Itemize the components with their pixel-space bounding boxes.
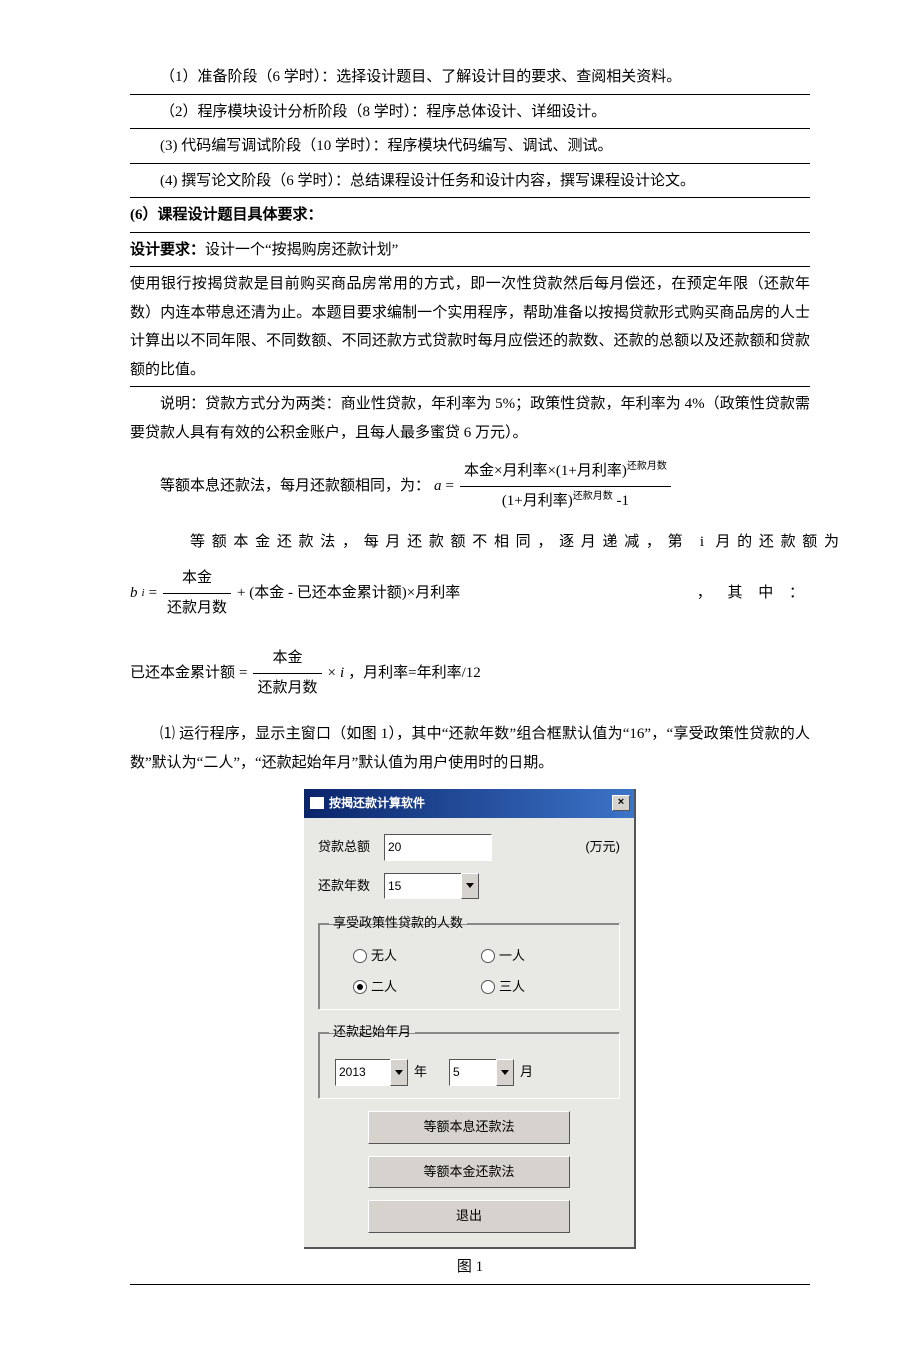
- formula-equal-principal: bi = 本金 还款月数 + (本金 - 已还本金累计额)×月利率 ， 其 中 …: [130, 556, 810, 630]
- radio-two[interactable]: 二人: [353, 975, 481, 1000]
- formula1-lead: 等额本息还款法，每月还款额相同，为：: [160, 472, 430, 501]
- formula3-fraction: 本金 还款月数: [253, 644, 321, 702]
- step-4: (4) 撰写论文阶段（6 学时）：总结课程设计任务和设计内容，撰写课程设计论文。: [130, 164, 810, 199]
- formula1-den-right: -1: [613, 493, 629, 509]
- formula3-xi: ×: [328, 659, 336, 688]
- date-group: 还款起始年月 2013 年 5 月: [318, 1020, 620, 1098]
- formula1-num-exp: 还款月数: [627, 461, 667, 472]
- year-dropdown-button[interactable]: [390, 1059, 408, 1086]
- app-title: 按揭还款计算软件: [329, 792, 425, 815]
- years-label: 还款年数: [318, 874, 384, 899]
- loan-amount-label: 贷款总额: [318, 835, 384, 860]
- close-button[interactable]: ×: [612, 795, 630, 811]
- years-row: 还款年数 15: [318, 873, 620, 900]
- formula1-den-exp: 还款月数: [573, 491, 613, 502]
- step-2: （2）程序模块设计分析阶段（8 学时）：程序总体设计、详细设计。: [130, 95, 810, 130]
- year-value[interactable]: 2013: [335, 1059, 390, 1086]
- app-window: 按揭还款计算软件 × 贷款总额 20 (万元) 还款年数 15 享受政策性贷款的…: [304, 789, 636, 1249]
- year-unit: 年: [414, 1060, 427, 1085]
- years-combo[interactable]: 15: [384, 873, 479, 900]
- years-value[interactable]: 15: [384, 873, 461, 900]
- radio-three-label: 三人: [499, 975, 525, 1000]
- formula2-lead-row: 等额本金还款法，每月还款额不相同，逐月递减，第 i 月的还款额为: [130, 523, 810, 556]
- formula2-b: b: [130, 579, 138, 608]
- loan-amount-unit: (万元): [585, 835, 620, 860]
- people-group-label: 享受政策性贷款的人数: [329, 911, 467, 936]
- radio-icon: [353, 949, 367, 963]
- chevron-down-icon: [501, 1070, 509, 1075]
- formula2-rest: + (本金 - 已还本金累计额)×月利率: [237, 579, 460, 608]
- radio-icon: [481, 980, 495, 994]
- formula3-lhs: 已还本金累计额: [130, 659, 235, 688]
- titlebar: 按揭还款计算软件 ×: [304, 789, 634, 818]
- run-description: ⑴ 运行程序，显示主窗口（如图 1），其中“还款年数”组合框默认值为“16”，“…: [130, 710, 810, 779]
- people-group: 享受政策性贷款的人数 无人 一人 二人: [318, 911, 620, 1010]
- formula2-lead: 等额本金还款法，每月还款额不相同，逐月递减，第 i 月的还款额为: [160, 529, 840, 556]
- equals-sign-3: =: [239, 659, 247, 688]
- formula1-fraction: 本金×月利率×(1+月利率)还款月数 (1+月利率)还款月数 -1: [460, 457, 671, 515]
- formula-equal-interest: 等额本息还款法，每月还款额相同，为： a = 本金×月利率×(1+月利率)还款月…: [130, 449, 810, 523]
- formula3-den: 还款月数: [253, 674, 321, 703]
- month-unit: 月: [520, 1060, 533, 1085]
- formula2-den: 还款月数: [163, 594, 231, 623]
- equal-principal-button[interactable]: 等额本金还款法: [368, 1156, 570, 1189]
- chevron-down-icon: [466, 883, 474, 888]
- step-1: （1）准备阶段（6 学时）：选择设计题目、了解设计目的要求、查阅相关资料。: [130, 60, 810, 95]
- paragraph-1: 使用银行按揭贷款是目前购买商品房常用的方式，即一次性贷款然后每月偿还，在预定年限…: [130, 267, 810, 387]
- years-dropdown-button[interactable]: [461, 873, 479, 900]
- radio-two-label: 二人: [371, 975, 397, 1000]
- app-icon: [310, 797, 324, 809]
- formula-accumulated: 已还本金累计额 = 本金 还款月数 × i ，月利率=年利率/12: [130, 630, 810, 710]
- formula1-den-left: (1+月利率): [502, 493, 573, 509]
- loan-amount-input[interactable]: 20: [384, 834, 492, 861]
- formula2-num: 本金: [163, 564, 231, 594]
- radio-one-label: 一人: [499, 944, 525, 969]
- section-6-title: (6）课程设计题目具体要求：: [130, 198, 810, 233]
- design-requirement-row: 设计要求：设计一个“按揭购房还款计划”: [130, 233, 810, 268]
- loan-amount-row: 贷款总额 20 (万元): [318, 834, 620, 861]
- app-body: 贷款总额 20 (万元) 还款年数 15 享受政策性贷款的人数 无人: [304, 818, 634, 1247]
- equals-sign-2: =: [149, 579, 157, 608]
- formula1-numerator: 本金×月利率×(1+月利率): [464, 463, 627, 479]
- radio-icon: [481, 949, 495, 963]
- figure-1: 按揭还款计算软件 × 贷款总额 20 (万元) 还款年数 15 享受政策性贷款的…: [130, 789, 810, 1285]
- month-value[interactable]: 5: [449, 1059, 496, 1086]
- exit-button[interactable]: 退出: [368, 1200, 570, 1233]
- step-3: (3) 代码编写调试阶段（10 学时）：程序模块代码编写、调试、测试。: [130, 129, 810, 164]
- radio-none-label: 无人: [371, 944, 397, 969]
- radio-none[interactable]: 无人: [353, 944, 481, 969]
- date-group-label: 还款起始年月: [329, 1020, 415, 1045]
- paragraph-2: 说明：贷款方式分为两类：商业性贷款，年利率为 5%；政策性贷款，年利率为 4%（…: [130, 387, 810, 449]
- design-requirement-text: 设计一个“按揭购房还款计划”: [205, 242, 398, 258]
- month-dropdown-button[interactable]: [496, 1059, 514, 1086]
- chevron-down-icon: [395, 1070, 403, 1075]
- formula2-fraction: 本金 还款月数: [163, 564, 231, 622]
- year-combo[interactable]: 2013: [335, 1059, 408, 1086]
- month-combo[interactable]: 5: [449, 1059, 514, 1086]
- formula3-tail: ，月利率=年利率/12: [348, 659, 481, 688]
- radio-icon: [353, 980, 367, 994]
- radio-one[interactable]: 一人: [481, 944, 609, 969]
- equal-interest-button[interactable]: 等额本息还款法: [368, 1111, 570, 1144]
- design-requirement-label: 设计要求：: [130, 242, 205, 258]
- formula1-a: a: [434, 472, 442, 501]
- equals-sign: =: [446, 472, 454, 501]
- formula2-sub-i: i: [142, 583, 145, 604]
- formula3-num: 本金: [253, 644, 321, 674]
- formula2-tail: ， 其 中 ：: [464, 579, 810, 608]
- radio-three[interactable]: 三人: [481, 975, 609, 1000]
- figure-caption: 图 1: [130, 1249, 810, 1282]
- formula3-i: i: [340, 659, 344, 688]
